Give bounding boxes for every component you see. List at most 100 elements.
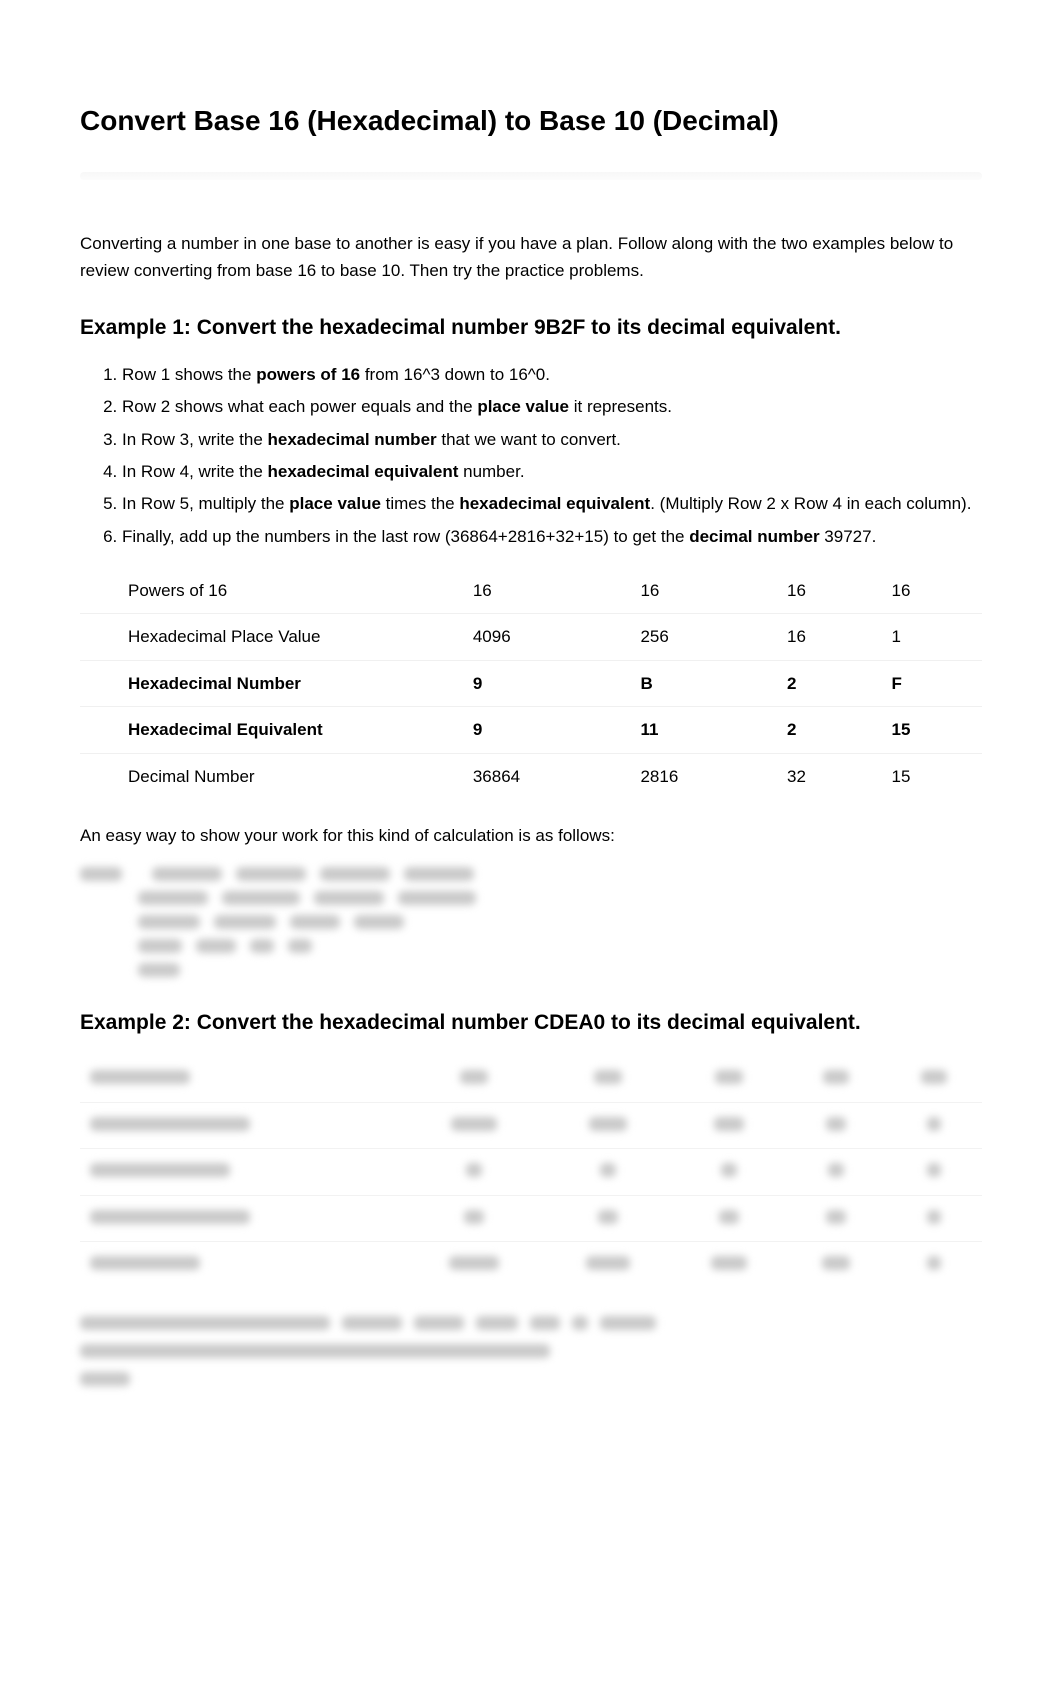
blurred-text (600, 1316, 656, 1330)
cell: 2 (773, 660, 877, 707)
blurred-text (214, 915, 276, 929)
table-row (80, 1056, 982, 1102)
cell: 15 (878, 707, 983, 754)
cell: F (878, 660, 983, 707)
blurred-text (398, 891, 476, 905)
blurred-text (464, 1210, 484, 1224)
table-row: Powers of 16 16 16 16 16 (80, 568, 982, 614)
cell: 16 (626, 568, 773, 614)
blurred-text (138, 915, 200, 929)
blurred-text (927, 1163, 941, 1177)
blurred-text (927, 1117, 941, 1131)
cell: 9 (459, 660, 627, 707)
cell: 256 (626, 614, 773, 661)
blurred-text (138, 939, 182, 953)
blurred-paragraph (80, 1372, 982, 1386)
blurred-text (90, 1117, 250, 1131)
table-row: Hexadecimal Number 9 B 2 F (80, 660, 982, 707)
blurred-text (721, 1163, 737, 1177)
table-row (80, 1149, 982, 1196)
blurred-text (314, 891, 384, 905)
page-title: Convert Base 16 (Hexadecimal) to Base 10… (80, 100, 982, 142)
section-divider (80, 172, 982, 180)
blurred-text (236, 867, 306, 881)
blurred-text (90, 1070, 190, 1084)
blurred-text (823, 1070, 849, 1084)
blurred-text (138, 963, 180, 977)
blurred-text (449, 1256, 499, 1270)
blurred-text (476, 1316, 518, 1330)
table-row (80, 1242, 982, 1288)
blurred-text (927, 1210, 941, 1224)
cell: 16 (773, 568, 877, 614)
example1-steps: Row 1 shows the powers of 16 from 16^3 d… (80, 362, 982, 550)
blurred-text (354, 915, 404, 929)
blurred-text (594, 1070, 622, 1084)
cell: 9 (459, 707, 627, 754)
row-label: Hexadecimal Number (80, 660, 459, 707)
cell: 1 (878, 614, 983, 661)
table-row: Hexadecimal Place Value 4096 256 16 1 (80, 614, 982, 661)
blurred-text (290, 915, 340, 929)
blurred-text (196, 939, 236, 953)
cell: 11 (626, 707, 773, 754)
blurred-text (719, 1210, 739, 1224)
blurred-work-block (80, 867, 982, 977)
blurred-text (711, 1256, 747, 1270)
blurred-text (589, 1117, 627, 1131)
blurred-text (600, 1163, 616, 1177)
table-row: Decimal Number 36864 2816 32 15 (80, 753, 982, 799)
blurred-text (320, 867, 390, 881)
blurred-text (250, 939, 274, 953)
cell: 16 (459, 568, 627, 614)
blurred-text (80, 1316, 330, 1330)
row-label: Powers of 16 (80, 568, 459, 614)
step-3: In Row 3, write the hexadecimal number t… (122, 427, 982, 453)
blurred-text (572, 1316, 588, 1330)
blurred-text (826, 1210, 846, 1224)
blurred-text (715, 1070, 743, 1084)
example1-table: Powers of 16 16 16 16 16 Hexadecimal Pla… (80, 568, 982, 800)
blurred-text (460, 1070, 488, 1084)
blurred-text (90, 1256, 200, 1270)
blurred-text (921, 1070, 947, 1084)
example1-heading: Example 1: Convert the hexadecimal numbe… (80, 312, 982, 344)
blurred-line (80, 867, 982, 881)
blurred-line (80, 915, 982, 929)
table-row: Hexadecimal Equivalent 9 11 2 15 (80, 707, 982, 754)
blurred-text (80, 867, 122, 881)
blurred-text (714, 1117, 744, 1131)
cell: 2816 (626, 753, 773, 799)
cell: 16 (773, 614, 877, 661)
cell: 2 (773, 707, 877, 754)
row-label: Hexadecimal Place Value (80, 614, 459, 661)
blurred-text (451, 1117, 497, 1131)
blurred-text (826, 1117, 846, 1131)
step-5: In Row 5, multiply the place value times… (122, 491, 982, 517)
step-1: Row 1 shows the powers of 16 from 16^3 d… (122, 362, 982, 388)
blurred-text (586, 1256, 630, 1270)
blurred-text (80, 1372, 130, 1386)
cell: 4096 (459, 614, 627, 661)
blurred-text (404, 867, 474, 881)
blurred-paragraph (80, 1344, 982, 1358)
blurred-text (414, 1316, 464, 1330)
intro-paragraph: Converting a number in one base to anoth… (80, 230, 982, 284)
blurred-text (288, 939, 312, 953)
cell: 32 (773, 753, 877, 799)
step-6: Finally, add up the numbers in the last … (122, 524, 982, 550)
blurred-text (466, 1163, 482, 1177)
example2-table-blurred (80, 1056, 982, 1288)
example2-heading: Example 2: Convert the hexadecimal numbe… (80, 1007, 982, 1039)
blurred-text (598, 1210, 618, 1224)
blurred-text (90, 1210, 250, 1224)
blurred-line (80, 963, 982, 977)
cell: 15 (878, 753, 983, 799)
blurred-text (138, 891, 208, 905)
step-2: Row 2 shows what each power equals and t… (122, 394, 982, 420)
blurred-text (342, 1316, 402, 1330)
row-label: Decimal Number (80, 753, 459, 799)
table-row (80, 1102, 982, 1149)
blurred-text (927, 1256, 941, 1270)
blurred-line (80, 891, 982, 905)
